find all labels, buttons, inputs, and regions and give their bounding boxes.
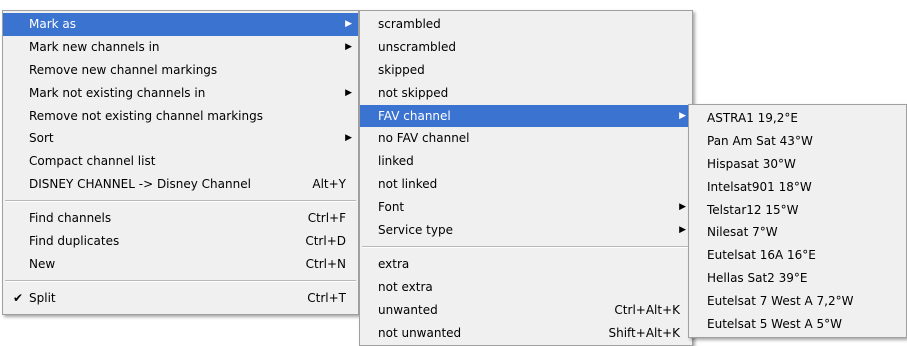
menu-item-shortcut: Ctrl+D [305, 234, 346, 249]
menu-item-label: FAV channel [378, 108, 451, 123]
menu-item-label: New [29, 256, 56, 271]
menu-item-label: Eutelsat 7 West A 7,2°W [707, 294, 854, 309]
menu-item-unwanted[interactable]: unwanted Ctrl+Alt+K [360, 299, 692, 322]
menu-item-service-type[interactable]: Service type ▶ [360, 219, 692, 242]
menu-item-label: Nilesat 7°W [707, 225, 778, 240]
menu-item-label: not linked [378, 177, 438, 192]
menu-item-label: Service type [378, 223, 453, 238]
menu-item-satellite[interactable]: Eutelsat 16A 16°E [689, 244, 906, 267]
menu-item-label: Split [29, 290, 56, 305]
context-menu: Mark as ▶ Mark new channels in ▶ Remove … [2, 10, 359, 315]
submenu-arrow-icon: ▶ [345, 133, 352, 144]
menu-item-label: Find channels [29, 211, 112, 226]
menu-item-satellite[interactable]: Intelsat901 18°W [689, 176, 906, 199]
menu-item-satellite[interactable]: Pan Am Sat 43°W [689, 130, 906, 153]
menu-item-not-unwanted[interactable]: not unwanted Shift+Alt+K [360, 322, 692, 345]
submenu-arrow-icon: ▶ [679, 225, 686, 236]
menu-item-satellite[interactable]: Telstar12 15°W [689, 199, 906, 222]
menu-item-fav-channel[interactable]: FAV channel ▶ [360, 104, 692, 128]
menu-item-label: Hellas Sat2 39°E [707, 271, 808, 286]
menu-item-label: linked [378, 154, 414, 169]
menu-item-not-extra[interactable]: not extra [360, 276, 692, 299]
menu-separator [362, 245, 690, 248]
menu-item-label: Mark as [29, 17, 77, 31]
menu-item-label: Mark not existing channels in [29, 85, 206, 100]
menu-item-label: DISNEY CHANNEL -> Disney Channel [29, 177, 251, 192]
menu-item-label: unwanted [378, 302, 438, 317]
menu-item-sort[interactable]: Sort ▶ [3, 127, 358, 150]
menu-item-satellite[interactable]: Nilesat 7°W [689, 221, 906, 244]
menu-item-label: Find duplicates [29, 234, 120, 249]
menu-item-label: Telstar12 15°W [707, 202, 799, 217]
menu-item-label: unscrambled [378, 39, 456, 54]
menu-item-label: not unwanted [378, 325, 462, 340]
menu-item-satellite[interactable]: ASTRA1 19,2°E [689, 107, 906, 130]
menu-separator [5, 279, 356, 282]
menu-item-satellite[interactable]: Eutelsat 5 West A 5°W [689, 313, 906, 336]
menu-item-label: extra [378, 256, 410, 271]
menu-item-label: Hispasat 30°W [707, 156, 796, 171]
menu-item-mark-as[interactable]: Mark as ▶ [3, 13, 358, 36]
menu-item-label: no FAV channel [378, 131, 470, 146]
menu-item-label: not skipped [378, 85, 449, 100]
menu-item-label: Compact channel list [29, 154, 156, 169]
checkmark-icon: ✔ [13, 290, 24, 305]
menu-separator [5, 200, 356, 203]
menu-item-label: Eutelsat 16A 16°E [707, 248, 816, 263]
menu-item-label: Pan Am Sat 43°W [707, 133, 813, 148]
menu-item-satellite[interactable]: Hellas Sat2 39°E [689, 267, 906, 290]
menu-item-label: Eutelsat 5 West A 5°W [707, 317, 843, 332]
submenu-arrow-icon: ▶ [345, 87, 352, 98]
menu-item-remove-not-existing[interactable]: Remove not existing channel markings [3, 105, 358, 128]
menu-item-scrambled[interactable]: scrambled [360, 13, 692, 36]
menu-item-shortcut: Ctrl+T [307, 290, 346, 305]
menu-item-label: not extra [378, 279, 433, 294]
menu-item-new[interactable]: New Ctrl+N [3, 253, 358, 276]
menu-item-label: skipped [378, 62, 425, 77]
menu-item-satellite[interactable]: Eutelsat 7 West A 7,2°W [689, 290, 906, 313]
menu-item-find-duplicates[interactable]: Find duplicates Ctrl+D [3, 230, 358, 253]
menu-item-find-channels[interactable]: Find channels Ctrl+F [3, 207, 358, 230]
menu-item-extra[interactable]: extra [360, 253, 692, 276]
menu-item-label: ASTRA1 19,2°E [707, 111, 798, 125]
menu-item-no-fav-channel[interactable]: no FAV channel [360, 127, 692, 150]
submenu-arrow-icon: ▶ [679, 110, 686, 121]
menu-item-compact-list[interactable]: Compact channel list [3, 150, 358, 173]
submenu-arrow-icon: ▶ [345, 19, 352, 29]
menu-item-shortcut: Ctrl+F [307, 211, 346, 226]
menu-item-mark-not-existing[interactable]: Mark not existing channels in ▶ [3, 82, 358, 105]
menu-item-shortcut: Ctrl+Alt+K [614, 302, 680, 317]
menu-item-satellite[interactable]: Hispasat 30°W [689, 153, 906, 176]
menu-item-shortcut: Shift+Alt+K [608, 325, 680, 340]
menu-item-label: Intelsat901 18°W [707, 179, 812, 194]
menu-item-label: Mark new channels in [29, 39, 160, 54]
submenu-arrow-icon: ▶ [345, 41, 352, 52]
menu-item-disney-rename[interactable]: DISNEY CHANNEL -> Disney Channel Alt+Y [3, 173, 358, 196]
menu-item-label: Font [378, 200, 405, 215]
menu-item-mark-new-channels[interactable]: Mark new channels in ▶ [3, 36, 358, 59]
menu-item-unscrambled[interactable]: unscrambled [360, 36, 692, 59]
menu-item-label: scrambled [378, 17, 441, 31]
mark-as-submenu: scrambled unscrambled skipped not skippe… [359, 10, 693, 346]
menu-item-not-skipped[interactable]: not skipped [360, 82, 692, 105]
menu-item-linked[interactable]: linked [360, 150, 692, 173]
menu-item-label: Sort [29, 131, 54, 146]
menu-item-split[interactable]: ✔ Split Ctrl+T [3, 287, 358, 310]
menu-item-skipped[interactable]: skipped [360, 59, 692, 82]
fav-channel-submenu: ASTRA1 19,2°E Pan Am Sat 43°W Hispasat 3… [688, 104, 907, 338]
menu-item-label: Remove new channel markings [29, 62, 218, 77]
menu-item-font[interactable]: Font ▶ [360, 196, 692, 219]
menu-item-shortcut: Ctrl+N [305, 256, 346, 271]
menu-item-remove-new-markings[interactable]: Remove new channel markings [3, 59, 358, 82]
menu-item-label: Remove not existing channel markings [29, 108, 263, 123]
submenu-arrow-icon: ▶ [679, 202, 686, 213]
menu-item-not-linked[interactable]: not linked [360, 173, 692, 196]
menu-item-shortcut: Alt+Y [312, 177, 346, 192]
